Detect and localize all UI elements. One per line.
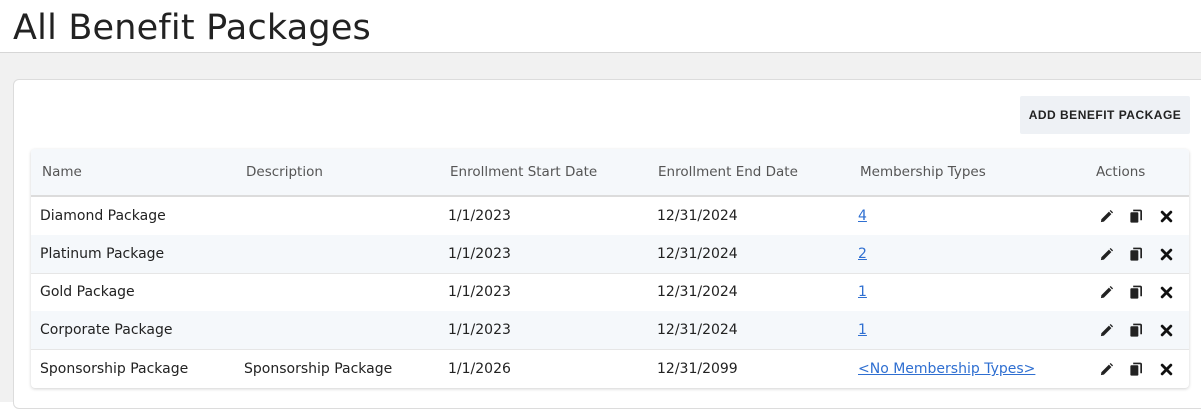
column-header-end-date[interactable]: Enrollment End Date: [658, 149, 798, 195]
package-name-cell: Platinum Package: [40, 246, 165, 262]
add-benefit-package-button[interactable]: ADD BENEFIT PACKAGE: [1020, 96, 1190, 134]
package-name-cell: Sponsorship Package: [40, 361, 189, 377]
membership-types-link[interactable]: 4: [858, 197, 867, 235]
column-header-membership-types[interactable]: Membership Types: [860, 149, 986, 195]
enrollment-end-cell: 12/31/2024: [657, 208, 738, 224]
edit-icon[interactable]: [1098, 273, 1114, 311]
delete-icon[interactable]: [1158, 349, 1174, 388]
copy-icon[interactable]: [1128, 235, 1144, 273]
enrollment-start-cell: 1/1/2023: [448, 322, 511, 338]
enrollment-end-cell: 12/31/2024: [657, 246, 738, 262]
enrollment-end-cell: 12/31/2024: [657, 284, 738, 300]
enrollment-start-cell: 1/1/2026: [448, 361, 511, 377]
edit-icon[interactable]: [1098, 235, 1114, 273]
package-description-cell: Sponsorship Package: [244, 361, 393, 377]
package-name-cell: Gold Package: [40, 284, 135, 300]
column-header-start-date[interactable]: Enrollment Start Date: [450, 149, 597, 195]
title-bar: All Benefit Packages: [0, 0, 1201, 53]
copy-icon[interactable]: [1128, 311, 1144, 349]
enrollment-end-cell: 12/31/2099: [657, 361, 738, 377]
enrollment-start-cell: 1/1/2023: [448, 208, 511, 224]
table-row: Diamond Package 1/1/2023 12/31/2024 4: [31, 197, 1189, 236]
delete-icon[interactable]: [1158, 197, 1174, 235]
copy-icon[interactable]: [1128, 197, 1144, 235]
enrollment-start-cell: 1/1/2023: [448, 246, 511, 262]
column-header-description[interactable]: Description: [246, 149, 323, 195]
edit-icon[interactable]: [1098, 197, 1114, 235]
delete-icon[interactable]: [1158, 273, 1174, 311]
membership-types-link[interactable]: <No Membership Types>: [858, 349, 1035, 388]
membership-types-link[interactable]: 1: [858, 273, 867, 311]
membership-types-link[interactable]: 1: [858, 311, 867, 349]
membership-types-link[interactable]: 2: [858, 235, 867, 273]
edit-icon[interactable]: [1098, 311, 1114, 349]
copy-icon[interactable]: [1128, 349, 1144, 388]
table-row: Gold Package 1/1/2023 12/31/2024 1: [31, 273, 1189, 312]
enrollment-end-cell: 12/31/2024: [657, 322, 738, 338]
column-header-actions: Actions: [1096, 164, 1146, 180]
edit-icon[interactable]: [1098, 349, 1114, 388]
delete-icon[interactable]: [1158, 311, 1174, 349]
table-row: Platinum Package 1/1/2023 12/31/2024 2: [31, 235, 1189, 274]
copy-icon[interactable]: [1128, 273, 1144, 311]
package-name-cell: Corporate Package: [40, 322, 173, 338]
page-title: All Benefit Packages: [13, 8, 371, 48]
package-name-cell: Diamond Package: [40, 208, 166, 224]
table-header: Name Description Enrollment Start Date E…: [31, 149, 1189, 197]
table-row: Corporate Package 1/1/2023 12/31/2024 1: [31, 311, 1189, 350]
enrollment-start-cell: 1/1/2023: [448, 284, 511, 300]
delete-icon[interactable]: [1158, 235, 1174, 273]
column-header-name[interactable]: Name: [42, 149, 82, 195]
packages-table: Name Description Enrollment Start Date E…: [31, 149, 1189, 388]
table-row: Sponsorship Package Sponsorship Package 1/…: [31, 349, 1189, 388]
